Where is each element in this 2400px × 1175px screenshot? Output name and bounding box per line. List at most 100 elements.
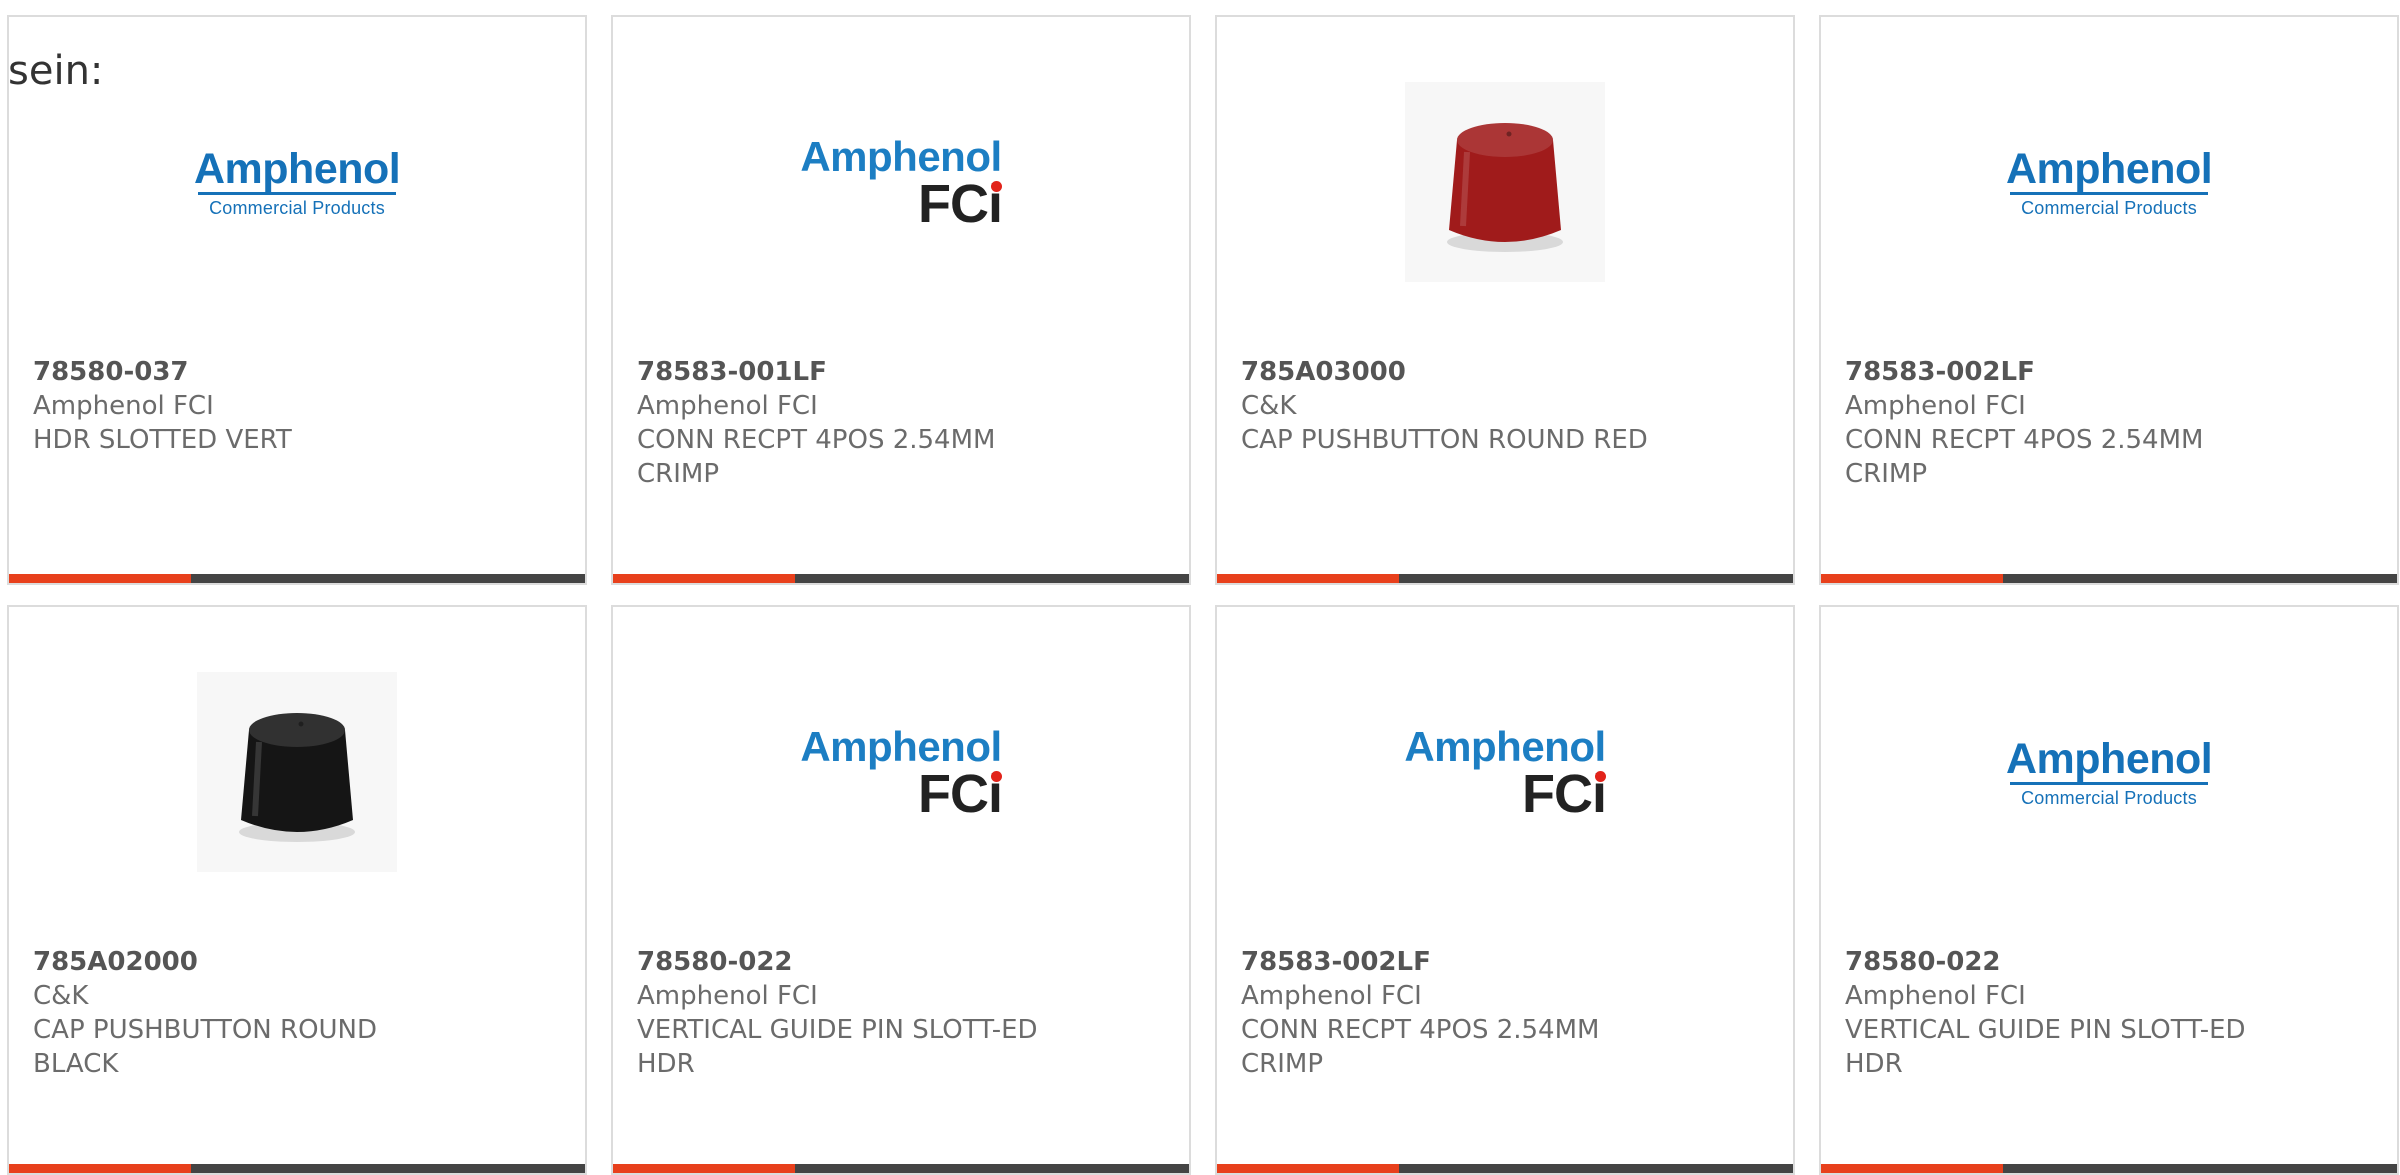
logo-i-text: i [987,764,1003,824]
logo-red-dot [990,771,1002,782]
card-bottom-bar [613,1164,1189,1173]
card-bottom-bar-accent [9,574,191,583]
black-pushbutton-cap-photo [197,672,397,872]
product-description-line: HDR [1845,1049,1903,1079]
product-description-line: CONN RECPT 4POS 2.54MM [637,425,996,455]
product-description-line: BLACK [33,1049,119,1079]
logo-i-text: i [1591,764,1607,824]
product-part-number[interactable]: 78580-022 [637,945,1165,979]
card-bottom-bar-accent [9,1164,191,1173]
product-description-line: CAP PUSHBUTTON ROUND [33,1015,378,1045]
product-card[interactable]: 785A02000 C&K CAP PUSHBUTTON ROUND BLACK [7,605,587,1175]
amphenol-commercial-products-logo: Amphenol Commercial Products [194,144,401,218]
product-info: 78580-022 Amphenol FCI VERTICAL GUIDE PIN … [637,945,1165,1081]
product-info: 78583-002LF Amphenol FCI CONN RECPT 4POS 2… [1241,945,1769,1081]
product-card[interactable]: Amphenol FCi 78580-022 Amphenol FCI VERTICAL… [611,605,1191,1175]
product-manufacturer: Amphenol FCI [1241,981,1422,1011]
product-image[interactable]: Amphenol Commercial Products [1821,667,2397,877]
card-bottom-bar [1821,1164,2397,1173]
card-bottom-bar [9,1164,585,1173]
amphenol-fci-logo: Amphenol FCi [1402,723,1608,824]
product-image[interactable]: Amphenol FCi [613,77,1189,287]
product-description-line: VERTICAL GUIDE PIN SLOTT-ED [637,1015,1038,1045]
product-image[interactable]: Amphenol FCi [1217,667,1793,877]
card-bottom-bar [1821,574,2397,583]
card-bottom-bar-accent [613,574,795,583]
red-pushbutton-cap-photo [1405,82,1605,282]
logo-wordmark: Amphenol [2006,734,2213,783]
logo-subtitle: Commercial Products [2021,197,2197,218]
product-image[interactable]: Amphenol Commercial Products [9,77,585,287]
card-bottom-bar-accent [1821,1164,2003,1173]
logo-red-dot [990,181,1002,192]
product-image[interactable]: Amphenol FCi [613,667,1189,877]
logo-fc-text: FC [1522,764,1593,824]
product-card[interactable]: Amphenol FCi 78583-002LF Amphenol FCI CONN R… [1215,605,1795,1175]
logo-fc-text: FC [918,764,989,824]
product-manufacturer: Amphenol FCI [1845,391,2026,421]
product-card[interactable]: Amphenol FCi 78583-001LF Amphenol FCI CONN R… [611,15,1191,585]
product-description-line: CAP PUSHBUTTON ROUND RED [1241,425,1648,455]
card-bottom-bar [613,574,1189,583]
product-description-line: HDR SLOTTED VERT [33,425,292,455]
product-image[interactable] [1217,77,1793,287]
product-info: 78583-001LF Amphenol FCI CONN RECPT 4POS 2… [637,355,1165,491]
product-description-line: CRIMP [1241,1049,1323,1079]
product-description-line: CRIMP [637,459,719,489]
product-part-number[interactable]: 78583-001LF [637,355,1165,389]
product-card[interactable]: 785A03000 C&K CAP PUSHBUTTON ROUND RED [1215,15,1795,585]
logo-wordmark: Amphenol [1404,723,1606,770]
section-intro-text: sein: [8,48,104,94]
product-info: 78580-022 Amphenol FCI VERTICAL GUIDE PIN … [1845,945,2373,1081]
logo-fc-text: FC [918,174,989,234]
product-image[interactable]: Amphenol Commercial Products [1821,77,2397,287]
product-card[interactable]: Amphenol Commercial Products 78583-002LF Am… [1819,15,2399,585]
product-image[interactable] [9,667,585,877]
amphenol-fci-logo: Amphenol FCi [798,133,1004,234]
product-card[interactable]: Amphenol Commercial Products 78580-037 Amph… [7,15,587,585]
product-description-line: HDR [637,1049,695,1079]
amphenol-commercial-products-logo: Amphenol Commercial Products [2006,734,2213,808]
product-info: 785A02000 C&K CAP PUSHBUTTON ROUND BLACK [33,945,561,1081]
product-manufacturer: Amphenol FCI [33,391,214,421]
product-manufacturer: Amphenol FCI [1845,981,2026,1011]
logo-wordmark: Amphenol [2006,144,2213,193]
card-bottom-bar-accent [1821,574,2003,583]
card-bottom-bar-accent [1217,574,1399,583]
card-bottom-bar [1217,1164,1793,1173]
product-manufacturer: Amphenol FCI [637,981,818,1011]
logo-wordmark: Amphenol [800,133,1002,180]
product-part-number[interactable]: 78583-002LF [1845,355,2373,389]
amphenol-fci-logo: Amphenol FCi [798,723,1004,824]
logo-wordmark: Amphenol [194,144,401,193]
product-part-number[interactable]: 785A02000 [33,945,561,979]
product-description-line: CONN RECPT 4POS 2.54MM [1845,425,2204,455]
product-part-number[interactable]: 78580-022 [1845,945,2373,979]
card-bottom-bar-accent [1217,1164,1399,1173]
product-grid: Amphenol Commercial Products 78580-037 Amph… [7,15,2399,1175]
logo-red-dot [1594,771,1606,782]
card-bottom-bar-accent [613,1164,795,1173]
product-part-number[interactable]: 78580-037 [33,355,561,389]
card-bottom-bar [1217,574,1793,583]
product-manufacturer: Amphenol FCI [637,391,818,421]
product-info: 78583-002LF Amphenol FCI CONN RECPT 4POS 2… [1845,355,2373,491]
logo-wordmark: Amphenol [800,723,1002,770]
logo-fci-mark: FCi [798,174,1003,234]
product-manufacturer: C&K [1241,391,1297,421]
product-info: 785A03000 C&K CAP PUSHBUTTON ROUND RED [1241,355,1769,457]
product-manufacturer: C&K [33,981,89,1011]
card-bottom-bar [9,574,585,583]
logo-fci-mark: FCi [1402,764,1607,824]
product-card[interactable]: Amphenol Commercial Products 78580-022 Amph… [1819,605,2399,1175]
product-description-line: VERTICAL GUIDE PIN SLOTT-ED [1845,1015,2246,1045]
product-description-line: CONN RECPT 4POS 2.54MM [1241,1015,1600,1045]
product-part-number[interactable]: 785A03000 [1241,355,1769,389]
logo-subtitle: Commercial Products [209,197,385,218]
product-part-number[interactable]: 78583-002LF [1241,945,1769,979]
amphenol-commercial-products-logo: Amphenol Commercial Products [2006,144,2213,218]
product-description-line: CRIMP [1845,459,1927,489]
logo-fci-mark: FCi [798,764,1003,824]
product-info: 78580-037 Amphenol FCI HDR SLOTTED VERT [33,355,561,457]
logo-i-text: i [987,174,1003,234]
